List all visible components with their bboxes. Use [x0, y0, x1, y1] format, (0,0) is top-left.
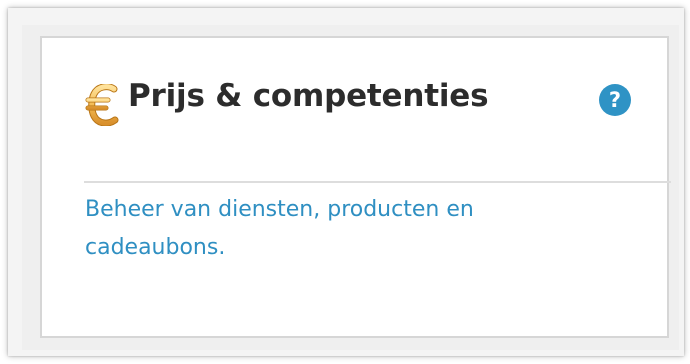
panel-header: Prijs & competenties — [84, 78, 629, 143]
panel-description-link[interactable]: Beheer van diensten, producten en cadeau… — [85, 191, 605, 267]
panel-title: Prijs & competenties — [128, 78, 489, 114]
question-icon: ? — [608, 88, 622, 112]
title-divider — [84, 181, 671, 183]
price-competencies-panel: Prijs & competenties ? Beheer van dienst… — [40, 36, 671, 338]
help-button[interactable]: ? — [599, 84, 631, 116]
euro-icon — [85, 84, 119, 126]
